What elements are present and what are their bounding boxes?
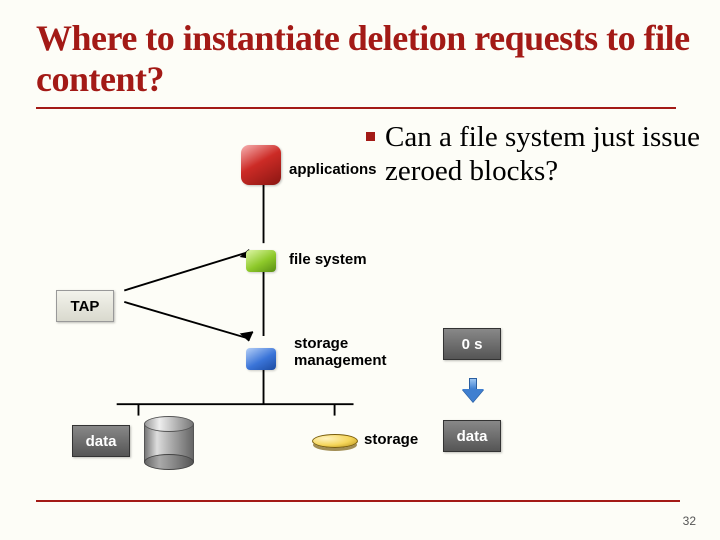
applications-node <box>241 145 281 185</box>
file-system-node <box>246 250 276 272</box>
data-left-box: data <box>72 425 130 457</box>
down-arrow-icon <box>462 378 484 402</box>
tap-box: TAP <box>56 290 114 322</box>
cylinder-left-icon <box>144 416 194 470</box>
file-system-label: file system <box>289 252 367 269</box>
bullet-item: Can a file system just issue zeroed bloc… <box>366 120 716 188</box>
zeros-box: 0 s <box>443 328 501 360</box>
content-area: Can a file system just issue zeroed bloc… <box>36 120 690 480</box>
storage-management-node <box>246 348 276 370</box>
disk-platter-icon <box>312 434 358 448</box>
bullet-square-icon <box>366 132 375 141</box>
page-number: 32 <box>683 514 696 528</box>
storage-label: storage <box>364 432 418 449</box>
footer-divider <box>36 500 680 502</box>
applications-label: applications <box>289 162 377 179</box>
bullet-text: Can a file system just issue zeroed bloc… <box>385 120 716 188</box>
storage-management-label: storage management <box>294 336 387 369</box>
data-right-box: data <box>443 420 501 452</box>
slide-title: Where to instantiate deletion requests t… <box>36 18 692 101</box>
title-divider <box>36 107 676 109</box>
